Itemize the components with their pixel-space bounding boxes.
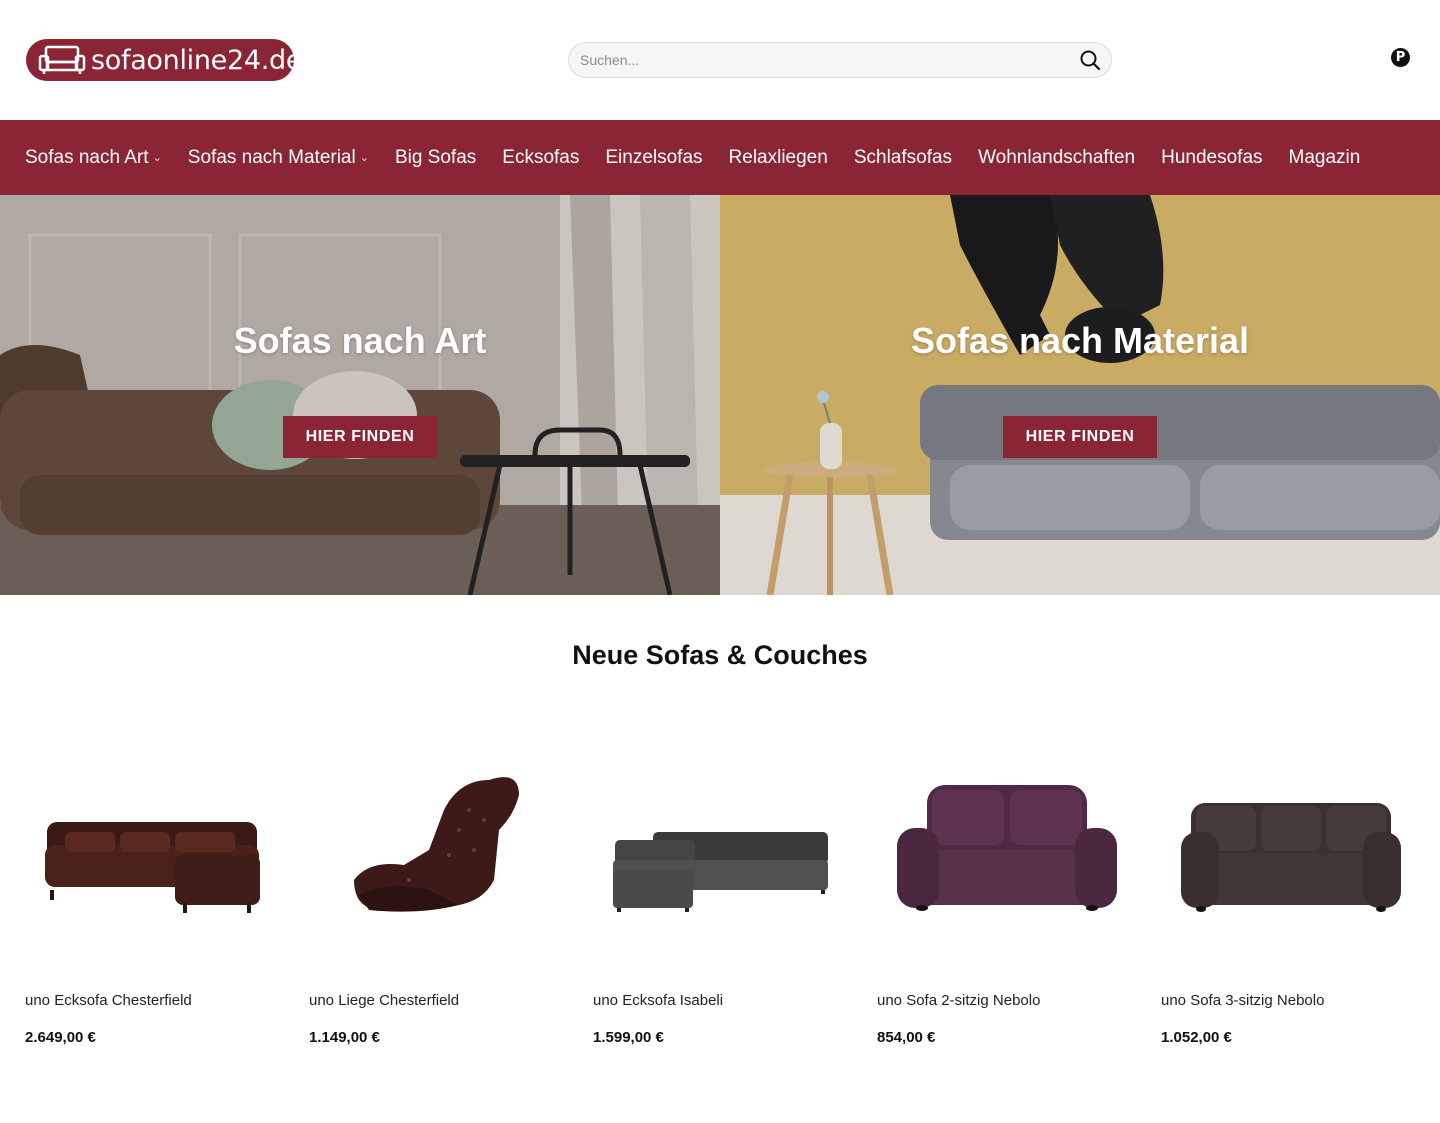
section-title: Neue Sofas & Couches xyxy=(572,640,868,670)
product-price: 2.649,00 € xyxy=(25,1029,96,1046)
nav-item-label: Sofas nach Material xyxy=(187,146,356,168)
product-image xyxy=(897,785,1117,911)
product-price: 1.599,00 € xyxy=(593,1029,664,1046)
nav-item-wohnlandschaften[interactable]: Wohnlandschaften xyxy=(978,147,1135,169)
hero-title: Sofas nach Material xyxy=(910,320,1250,361)
chevron-down-icon: ⌄ xyxy=(152,152,162,164)
main-navigation: Sofas nach Art ⌄ Sofas nach Material ⌄ B… xyxy=(0,120,1440,195)
hero-title: Sofas nach Art xyxy=(233,320,487,361)
nav-item-sofas-nach-art[interactable]: Sofas nach Art ⌄ xyxy=(25,147,162,169)
nav-item-einzelsofas[interactable]: Einzelsofas xyxy=(605,147,702,169)
product-name[interactable]: uno Liege Chesterfield xyxy=(309,992,459,1009)
hero-banner-sofas-nach-material[interactable]: Sofas nach Material HIER FINDEN xyxy=(720,195,1440,595)
chevron-down-icon: ⌄ xyxy=(359,152,369,164)
hier-finden-button[interactable]: HIER FINDEN xyxy=(283,416,437,458)
product-name[interactable]: uno Ecksofa Isabeli xyxy=(593,992,723,1009)
product-image-sofa-3-sitzig-nebolo[interactable] xyxy=(1161,720,1421,980)
nav-item-label: Sofas nach Art xyxy=(25,146,149,168)
product-image-ecksofa-chesterfield[interactable] xyxy=(25,720,285,980)
product-price: 1.149,00 € xyxy=(309,1029,380,1046)
product-image xyxy=(354,777,519,912)
nav-item-magazin[interactable]: Magazin xyxy=(1289,147,1361,169)
nav-item-schlafsofas[interactable]: Schlafsofas xyxy=(854,147,952,169)
logo-text: sofaonline24.de xyxy=(91,44,303,76)
product-image-ecksofa-isabeli[interactable] xyxy=(593,720,853,980)
hero-image-grey-sofa xyxy=(720,195,1440,595)
product-image-sofa-2-sitzig-nebolo[interactable] xyxy=(877,720,1137,980)
nav-item-relaxliegen[interactable]: Relaxliegen xyxy=(729,147,828,169)
search-bar xyxy=(568,42,1112,78)
nav-item-sofas-nach-material[interactable]: Sofas nach Material ⌄ xyxy=(188,147,369,169)
product-image xyxy=(1181,803,1401,912)
product-price: 1.052,00 € xyxy=(1161,1029,1232,1046)
product-name[interactable]: uno Sofa 3-sitzig Nebolo xyxy=(1161,992,1324,1009)
search-input[interactable] xyxy=(580,43,1060,77)
product-price: 854,00 € xyxy=(877,1029,936,1046)
hero-image-brown-sofa xyxy=(0,195,720,595)
pinterest-icon[interactable]: P xyxy=(1391,48,1410,67)
product-image xyxy=(45,822,260,913)
nav-item-hundesofas[interactable]: Hundesofas xyxy=(1161,147,1262,169)
hero-banner-sofas-nach-art[interactable]: Sofas nach Art HIER FINDEN xyxy=(0,195,720,595)
search-button[interactable] xyxy=(1079,49,1101,71)
product-image xyxy=(613,832,828,912)
nav-item-ecksofas[interactable]: Ecksofas xyxy=(502,147,579,169)
search-icon xyxy=(1080,50,1101,71)
sofa-logo-icon xyxy=(38,45,86,74)
product-image-liege-chesterfield[interactable] xyxy=(309,720,569,980)
site-logo[interactable]: sofaonline24.de xyxy=(26,39,302,81)
hier-finden-button[interactable]: HIER FINDEN xyxy=(1003,416,1157,458)
nav-item-big-sofas[interactable]: Big Sofas xyxy=(395,147,476,169)
product-name[interactable]: uno Sofa 2-sitzig Nebolo xyxy=(877,992,1040,1009)
site-header: sofaonline24.de P xyxy=(0,0,1440,120)
product-name[interactable]: uno Ecksofa Chesterfield xyxy=(25,992,192,1009)
